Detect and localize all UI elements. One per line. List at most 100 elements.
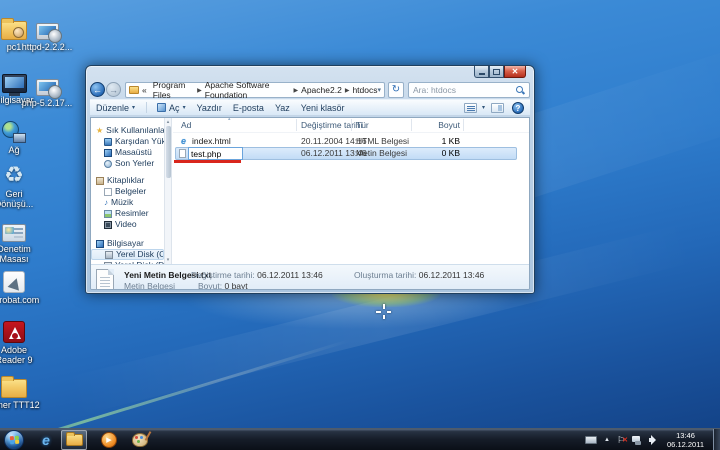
sidebar-item-video[interactable]: Video [91,219,164,230]
details-file-type: Metin Belgesi [124,281,176,290]
internet-explorer-icon: e [42,432,50,448]
details-pane: Yeni Metin Belgesi.txt Metin Belgesi Değ… [91,264,529,289]
scrollbar-thumb[interactable] [166,126,171,178]
explorer-window: ✕ ← → « Program Files ▶ Apache Software … [85,65,535,294]
refresh-icon: ↻ [391,84,401,95]
maximize-button[interactable] [489,66,504,78]
minimize-button[interactable] [474,66,489,78]
desktop-icon-acrobat-com[interactable]: Acrobat.com [0,266,42,305]
installer-icon [35,23,62,43]
text-file-icon [179,149,186,158]
address-dropdown-icon[interactable]: ▾ [377,86,381,94]
desktop-icon-control-panel[interactable]: Denetim Masası [0,215,42,264]
column-header-date[interactable]: Değiştirme tarihi [301,120,362,130]
taskbar-item-explorer[interactable] [61,430,87,450]
sidebar-group-computer[interactable]: Bilgisayar [91,238,164,249]
rename-edit-box[interactable] [188,147,243,160]
taskbar-item-media-player[interactable]: ▶ [96,430,122,450]
close-button[interactable]: ✕ [504,66,526,78]
file-row-test-php[interactable]: 06.12.2011 13:46 Metin Belgesi 0 KB [173,147,529,163]
desktop-icon-adobe-reader[interactable]: Adobe Reader 9 [0,316,42,365]
preview-pane-icon[interactable] [491,102,504,113]
breadcrumb-separator-icon: ▶ [197,87,202,94]
open-button[interactable]: Aç ▾ [157,103,186,113]
address-bar[interactable]: « Program Files ▶ Apache Software Founda… [125,80,385,100]
taskbar-item-internet-explorer[interactable]: e [33,430,59,450]
column-header-type[interactable]: Tür [356,120,369,130]
refresh-button[interactable]: ↻ [388,82,404,98]
clock-icon [104,159,112,168]
taskbar-item-paint[interactable] [127,430,153,450]
sidebar-group-libraries[interactable]: Kitaplıklar [91,175,164,186]
sidebar-item-music[interactable]: ♪ Müzik [91,197,164,208]
help-button[interactable]: ? [512,101,524,114]
sidebar-item-downloads[interactable]: Karşıdan Yüklem [91,136,164,147]
new-folder-button[interactable]: Yeni klasör [301,103,345,113]
organize-button[interactable]: Düzenle ▾ [96,103,135,113]
desktop-icon-taner-folder[interactable]: Taner TTT12 [0,371,42,410]
keyboard-layout-icon[interactable] [584,436,597,444]
show-desktop-button[interactable] [713,429,720,450]
desktop-icon-label: Ağ [8,145,20,155]
mouse-cursor [376,304,391,319]
action-center-icon[interactable]: ⚐ ✕ [617,435,628,445]
scroll-up-icon[interactable]: ▴ [165,119,171,125]
search-icon [516,85,525,95]
breadcrumb-separator-icon: ▶ [293,87,299,94]
scroll-down-icon[interactable]: ▾ [165,257,171,263]
sidebar-scrollbar[interactable]: ▴ ▾ [164,118,172,264]
star-icon: ★ [96,125,104,135]
text-document-icon [96,269,114,289]
paint-icon [132,433,148,447]
sidebar-item-recent[interactable]: Son Yerler [91,158,164,169]
breadcrumb-segment[interactable]: Program Files [153,80,194,100]
search-box[interactable]: Ara: htdocs [408,82,530,98]
views-dropdown-icon[interactable]: ▾ [482,104,485,111]
windows-logo-icon [9,435,20,445]
sidebar-item-documents[interactable]: Belgeler [91,186,164,197]
explorer-folder-icon [65,432,83,446]
taskbar: e ▶ ▲ ⚐ ✕ 13:46 06.12.2011 [0,428,720,450]
email-button[interactable]: E-posta [233,103,264,113]
file-size: 0 KB [441,148,460,158]
recycle-bin-icon: ♻ [4,162,24,187]
desktop-icon-httpd-installer[interactable]: httpd-2.2.2... [19,13,75,52]
chevron-down-icon: ▾ [182,105,186,111]
desktop-icon-recycle-bin[interactable]: ♻ Geri Dönüşü... [0,160,42,210]
breadcrumb-segment[interactable]: Apache2.2 [301,85,342,95]
start-button[interactable] [4,430,24,450]
column-header-name[interactable]: Ad [181,120,191,130]
sidebar-item-local-disk-c[interactable]: Yerel Disk (C:) [91,249,164,260]
print-button[interactable]: Yazdır [197,103,222,113]
sidebar-item-desktop[interactable]: Masaüstü [91,147,164,158]
desktop-icon-label: Denetim Masası [0,244,31,264]
show-hidden-icons-button[interactable]: ▲ [604,437,610,443]
system-tray: ▲ ⚐ ✕ 13:46 06.12.2011 [584,429,710,450]
desktop-icon-label: Adobe Reader 9 [0,345,33,365]
network-status-icon[interactable] [632,435,642,445]
back-button[interactable]: ← [90,82,105,97]
installer-icon [35,79,62,99]
rename-input[interactable] [189,148,242,160]
details-modified: Değiştirme tarihi: 06.12.2011 13:46 [191,270,323,280]
breadcrumb-segment[interactable]: Apache Software Foundation [205,80,291,100]
file-type: Metin Belgesi [356,148,408,158]
breadcrumb-segment[interactable]: htdocs [352,85,377,95]
forward-button[interactable]: → [106,82,121,97]
desktop-icon-label: php-5.2.17... [21,98,73,108]
views-icon[interactable] [463,102,477,113]
media-player-icon: ▶ [101,432,117,448]
minimize-icon [478,73,485,75]
desktop-icon-label: Geri Dönüşü... [0,189,34,209]
sidebar-group-favorites[interactable]: ★ Sık Kullanılanlar [91,125,164,136]
taskbar-clock[interactable]: 13:46 06.12.2011 [667,431,704,449]
clock-time: 13:46 [676,431,695,440]
desktop-icon-php-installer[interactable]: php-5.2.17... [19,69,75,108]
sidebar-item-pictures[interactable]: Resimler [91,208,164,219]
clock-date: 06.12.2011 [667,440,704,449]
command-bar: Düzenle ▾ Aç ▾ Yazdır E-posta Yaz Yeni kla… [90,99,530,116]
volume-icon[interactable] [649,435,659,445]
burn-button[interactable]: Yaz [275,103,290,113]
desktop-icon-network[interactable]: Ağ [0,116,42,155]
column-header-size[interactable]: Boyut [416,120,460,130]
